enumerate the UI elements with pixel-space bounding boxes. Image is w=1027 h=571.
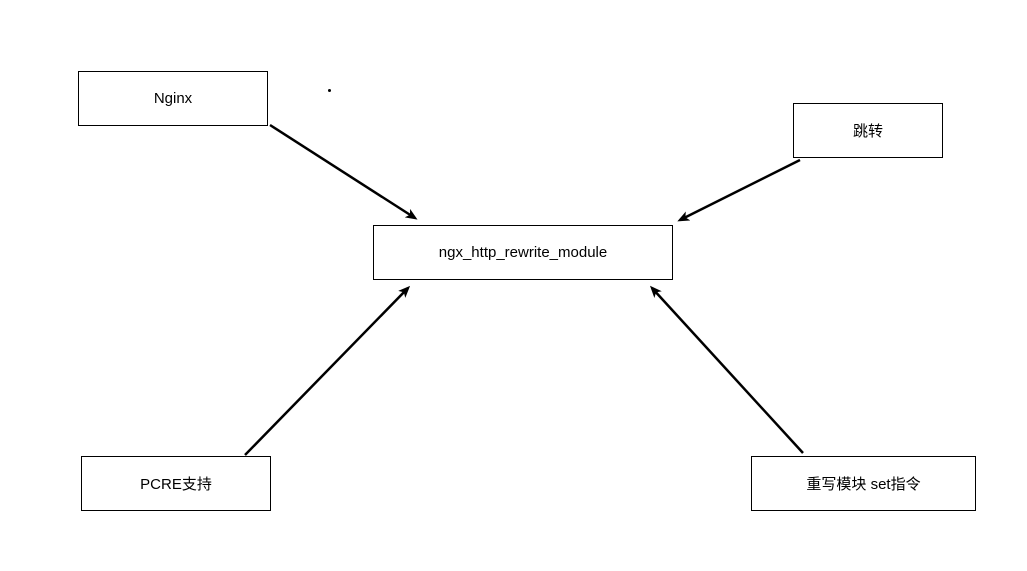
node-nginx: Nginx (78, 71, 268, 126)
node-set: 重写模块 set指令 (751, 456, 976, 511)
dot-decoration (328, 89, 331, 92)
node-center: ngx_http_rewrite_module (373, 225, 673, 280)
arrow-pcre-to-center (245, 288, 408, 455)
arrow-nginx-to-center (270, 125, 415, 218)
node-label: Nginx (154, 90, 192, 107)
node-label: 跳转 (853, 120, 883, 141)
node-label: 重写模块 set指令 (806, 473, 920, 494)
node-label: PCRE支持 (140, 473, 212, 494)
node-jump: 跳转 (793, 103, 943, 158)
arrow-set-to-center (652, 288, 803, 453)
arrow-jump-to-center (680, 160, 800, 220)
node-label: ngx_http_rewrite_module (439, 244, 607, 261)
node-pcre: PCRE支持 (81, 456, 271, 511)
